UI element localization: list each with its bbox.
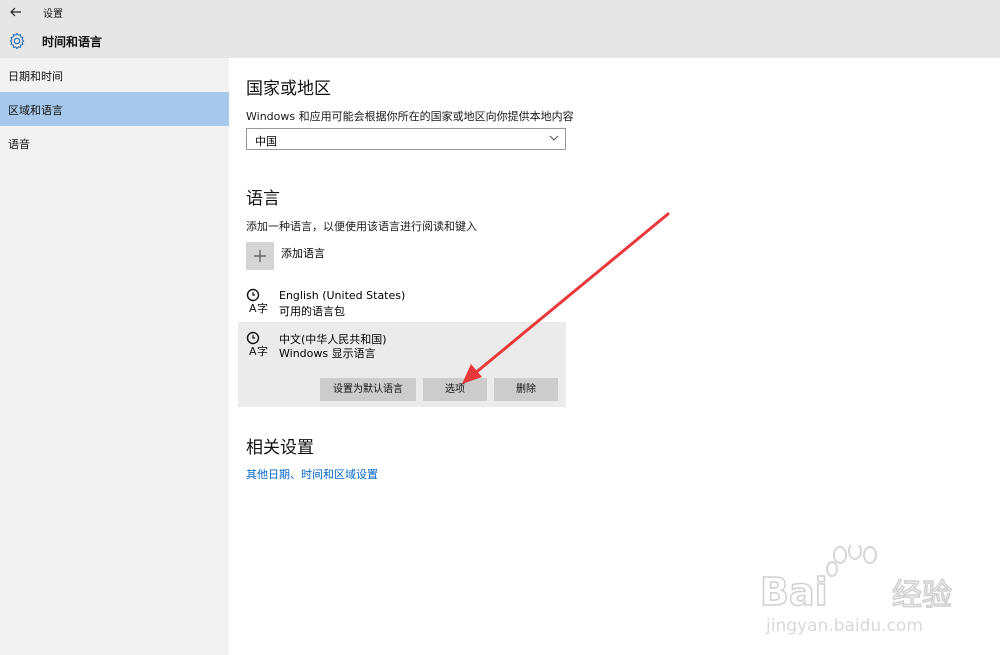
- region-heading: 国家或地区: [246, 79, 331, 99]
- svg-text:字: 字: [257, 301, 268, 314]
- language-name-english[interactable]: English (United States): [279, 289, 405, 302]
- title-bar: 设置: [0, 0, 1000, 24]
- svg-text:jingyan.baidu.com: jingyan.baidu.com: [765, 616, 923, 635]
- language-status-english: 可用的语言包: [279, 305, 345, 318]
- svg-text:A: A: [249, 345, 257, 357]
- gear-icon: [9, 32, 25, 50]
- region-description: Windows 和应用可能会根据你所在的国家或地区向你提供本地内容: [246, 110, 574, 123]
- sidebar-item-label: 区域和语言: [8, 104, 63, 117]
- country-region-value: 中国: [255, 135, 277, 148]
- language-icon: A 字: [246, 331, 268, 357]
- svg-text:经验: 经验: [892, 578, 952, 613]
- svg-text:A: A: [249, 302, 257, 314]
- add-language-button[interactable]: [246, 242, 274, 270]
- language-description: 添加一种语言，以便使用该语言进行阅读和键入: [246, 220, 477, 233]
- page-title: 时间和语言: [42, 35, 103, 49]
- sidebar-item-date-time[interactable]: 日期和时间: [0, 58, 229, 92]
- page-header: 时间和语言: [0, 24, 1000, 58]
- sidebar-item-label: 日期和时间: [8, 70, 63, 83]
- country-region-select[interactable]: 中国: [246, 128, 566, 150]
- baidu-watermark-logo: Bai 经验 jingyan.baidu.com: [759, 545, 953, 635]
- set-default-language-button[interactable]: 设置为默认语言: [320, 378, 416, 401]
- plus-icon: [254, 250, 266, 262]
- language-icon: A 字: [246, 288, 268, 314]
- additional-date-time-region-link[interactable]: 其他日期、时间和区域设置: [246, 466, 378, 482]
- svg-text:字: 字: [257, 344, 268, 357]
- sidebar: 日期和时间 区域和语言 语音: [0, 58, 229, 655]
- language-heading: 语言: [246, 189, 280, 209]
- window-title: 设置: [43, 9, 63, 20]
- back-button[interactable]: [0, 0, 32, 24]
- sidebar-item-speech[interactable]: 语音: [0, 126, 229, 160]
- add-language-label[interactable]: 添加语言: [281, 245, 325, 261]
- arrow-left-icon: [10, 7, 21, 17]
- language-item-chinese[interactable]: A 字 中文(中华人民共和国) Windows 显示语言 设置为默认语言 选项 …: [238, 322, 566, 407]
- related-settings-heading: 相关设置: [246, 438, 314, 458]
- svg-text:Bai: Bai: [760, 570, 828, 614]
- sidebar-item-region-language[interactable]: 区域和语言: [0, 92, 229, 126]
- sidebar-item-label: 语音: [8, 138, 30, 151]
- chevron-down-icon: [549, 135, 559, 141]
- language-status-chinese: Windows 显示语言: [279, 347, 376, 360]
- remove-button[interactable]: 删除: [494, 378, 558, 401]
- options-button[interactable]: 选项: [423, 378, 487, 401]
